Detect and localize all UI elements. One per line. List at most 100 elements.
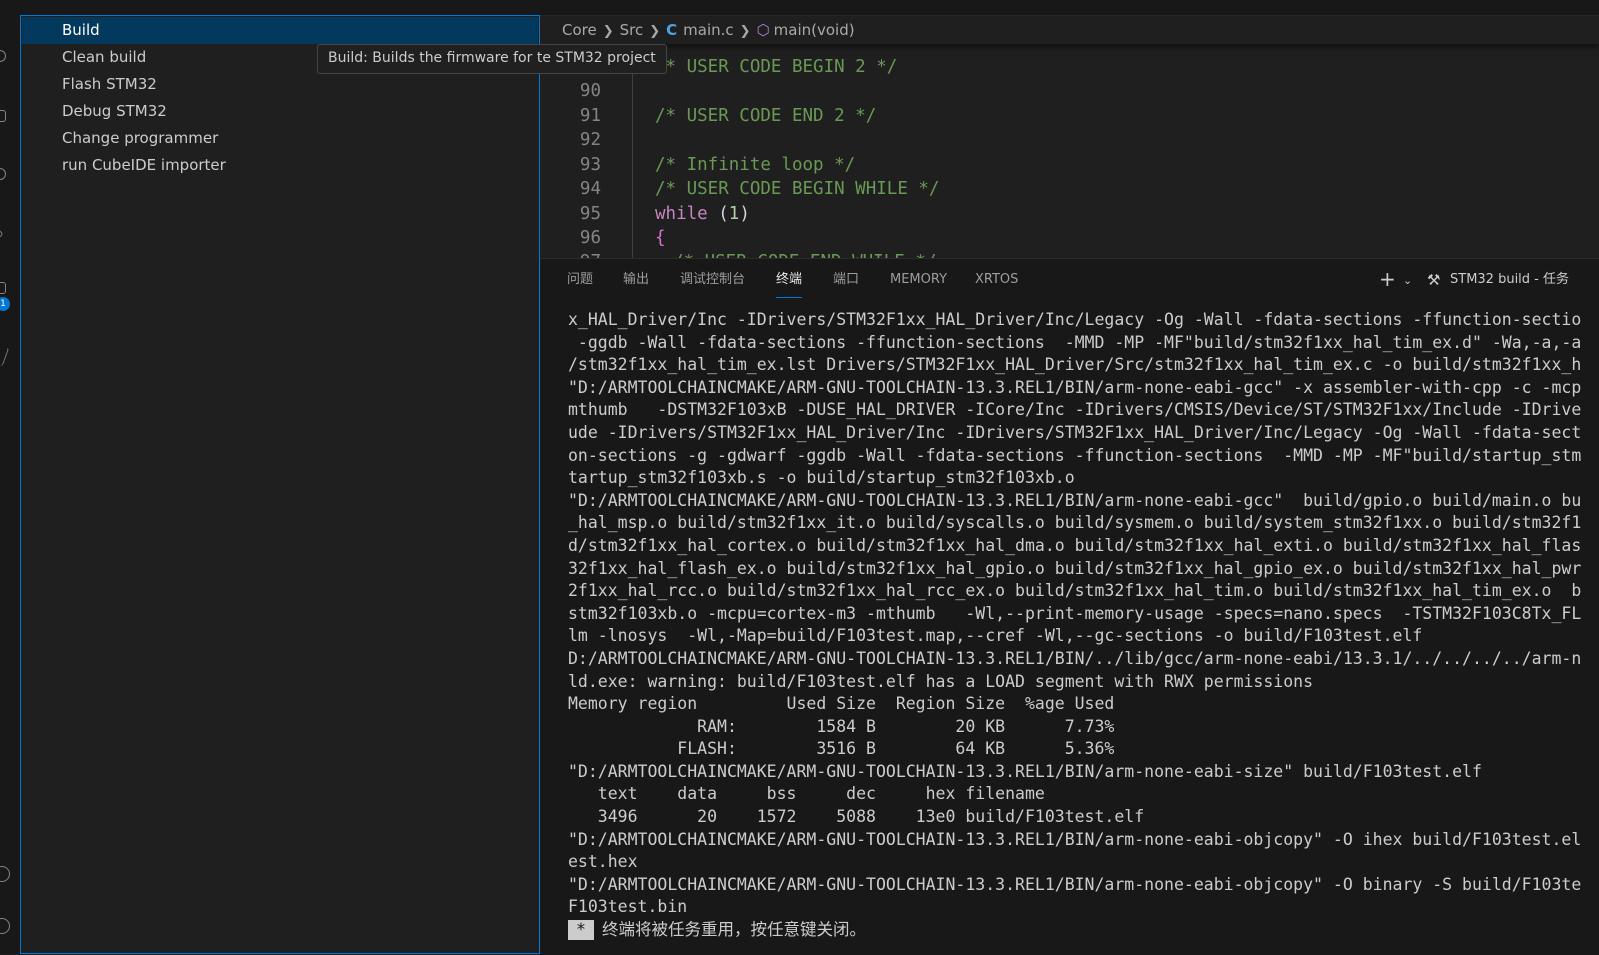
account-icon[interactable]	[0, 866, 10, 882]
line-number: 90	[579, 81, 601, 101]
terminal-line: "D:/ARMTOOLCHAINCMAKE/ARM-GNU-TOOLCHAIN-…	[568, 829, 1582, 849]
run-debug-icon[interactable]	[0, 168, 6, 180]
terminal-line: Memory region Used Size Region Size %age…	[568, 694, 1115, 714]
code-line: 90	[541, 79, 1599, 103]
terminal-line: tartup_stm32f103xb.s -o build/startup_st…	[568, 468, 1075, 488]
code-text: /* USER CODE END 2 */	[655, 106, 877, 126]
tools-icon: ⚒	[1427, 271, 1441, 289]
breadcrumb-core[interactable]: Core	[562, 21, 597, 39]
breadcrumb: Core ❯ Src ❯ Cmain.c ❯ ⬡ main(void)	[541, 16, 1599, 44]
number-token: 1	[728, 204, 740, 224]
code-line: 91 /* USER CODE END 2 */	[541, 104, 1599, 128]
tab-xrtos[interactable]: XRTOS	[975, 271, 1018, 297]
task-item-cubeide-importer[interactable]: run CubeIDE importer	[22, 152, 538, 179]
notification-badge: 1	[0, 297, 10, 311]
terminal-output[interactable]: x_HAL_Driver/Inc -IDrivers/STM32F1xx_HAL…	[568, 309, 1599, 955]
extensions-icon[interactable]	[0, 228, 4, 240]
terminal-marker: *	[568, 920, 594, 941]
terminal-line: 3496 20 1572 5088 13e0 build/F103test.el…	[568, 807, 1145, 827]
task-item-flash[interactable]: Flash STM32	[22, 71, 538, 98]
code-text: /* USER CODE END WHILE */	[673, 250, 936, 258]
terminal-line: mthumb -DSTM32F103xB -DUSE_HAL_DRIVER -I…	[568, 400, 1582, 420]
line-number: 94	[579, 179, 601, 199]
terminal-line: /stm32f1xx_hal_tim_ex.lst Drivers/STM32F…	[568, 355, 1582, 375]
remote-icon[interactable]	[0, 348, 10, 366]
terminal-line: est.hex	[568, 852, 638, 872]
line-number: 91	[579, 106, 601, 126]
terminal-line: x_HAL_Driver/Inc -IDrivers/STM32F1xx_HAL…	[568, 310, 1582, 329]
terminal-line: text data bss dec hex filename	[568, 784, 1045, 804]
code-line: 97 /* USER CODE END WHILE */	[541, 250, 1599, 258]
punctuation-token: )	[739, 204, 750, 224]
line-number: 96	[579, 228, 601, 248]
code-line: 93 /* Infinite loop */	[541, 153, 1599, 177]
terminal-line: _hal_msp.o build/stm32f1xx_it.o build/sy…	[568, 513, 1582, 533]
terminal-line: RAM: 1584 B 20 KB 7.73%	[568, 716, 1115, 736]
search-icon[interactable]	[0, 50, 6, 62]
chevron-right-icon: ❯	[739, 24, 751, 39]
tab-terminal[interactable]: 终端	[776, 271, 803, 298]
chevron-right-icon: ❯	[649, 24, 661, 39]
terminal-line: "D:/ARMTOOLCHAINCMAKE/ARM-GNU-TOOLCHAIN-…	[568, 761, 1482, 781]
cube-icon: ⬡	[756, 21, 770, 39]
terminal-line: "D:/ARMTOOLCHAINCMAKE/ARM-GNU-TOOLCHAIN-…	[568, 874, 1582, 894]
bottom-panel: 问题 输出 调试控制台 终端 端口 MEMORY XRTOS + ⌄ ⚒ STM…	[541, 258, 1599, 955]
punctuation-token: (	[707, 204, 729, 224]
terminal-line: on-sections -g -gdwarf -ggdb -Wall -fdat…	[568, 445, 1582, 465]
terminal-line: D:/ARMTOOLCHAINCMAKE/ARM-GNU-TOOLCHAIN-1…	[568, 648, 1582, 668]
active-terminal-name[interactable]: STM32 build - 任务	[1450, 269, 1569, 291]
code-area[interactable]: 89/* USER CODE BEGIN 2 */ 90 91 /* USER C…	[541, 44, 1599, 258]
activity-bar: 1	[0, 0, 20, 954]
tab-memory[interactable]: MEMORY	[890, 271, 947, 297]
code-text: {	[655, 228, 666, 248]
testing-icon[interactable]	[0, 282, 6, 294]
code-text: /* Infinite loop */	[655, 155, 856, 175]
line-number: 95	[579, 204, 601, 224]
terminal-line: lm -lnosys -Wl,-Map=build/F103test.map,-…	[568, 626, 1423, 646]
terminal-line: ude -IDrivers/STM32F1xx_HAL_Driver/Inc -…	[568, 422, 1582, 442]
tab-output[interactable]: 输出	[623, 271, 649, 297]
code-line: 95 while (1)	[541, 202, 1599, 226]
tab-problems[interactable]: 问题	[567, 271, 593, 297]
code-text: /* USER CODE BEGIN 2 */	[655, 57, 898, 77]
breadcrumb-src[interactable]: Src	[620, 21, 644, 39]
plus-icon[interactable]: +	[1379, 268, 1396, 290]
terminal-close-message: 终端将被任务重用，按任意键关闭。	[601, 920, 866, 940]
build-tooltip: Build: Builds the firmware for te STM32 …	[317, 44, 667, 74]
tab-debug-console[interactable]: 调试控制台	[680, 271, 745, 297]
code-line: 92	[541, 128, 1599, 152]
terminal-line: "D:/ARMTOOLCHAINCMAKE/ARM-GNU-TOOLCHAIN-…	[568, 377, 1582, 397]
keyword-token: while	[655, 204, 708, 224]
code-editor[interactable]: Core ❯ Src ❯ Cmain.c ❯ ⬡main(void) 89/* USER C…	[541, 0, 1599, 258]
breadcrumb-function[interactable]: main(void)	[774, 21, 855, 39]
source-control-icon[interactable]	[0, 110, 6, 122]
task-item-build[interactable]: Build	[22, 17, 538, 44]
terminal-line: 2f1xx_hal_rcc.o build/stm32f1xx_hal_rcc_…	[568, 581, 1582, 601]
line-number: 93	[579, 155, 601, 175]
terminal-line: ld.exe: warning: build/F103test.elf has …	[568, 671, 1314, 691]
panel-tabs: 问题 输出 调试控制台 终端 端口 MEMORY XRTOS + ⌄ ⚒ STM…	[541, 259, 1599, 301]
task-item-debug[interactable]: Debug STM32	[22, 98, 538, 125]
terminal-line: FLASH: 3516 B 64 KB 5.36%	[568, 739, 1115, 759]
terminal-line: F103test.bin	[568, 897, 688, 917]
terminal-close-prompt: * 终端将被任务重用，按任意键关闭。	[568, 919, 1599, 942]
code-line: 94 /* USER CODE BEGIN WHILE */	[541, 177, 1599, 201]
chevron-down-icon[interactable]: ⌄	[1403, 270, 1412, 292]
task-list: Build Clean build Flash STM32 Debug STM3…	[20, 15, 540, 954]
code-text: /* USER CODE BEGIN WHILE */	[655, 179, 940, 199]
breadcrumb-file[interactable]: main.c	[683, 21, 734, 39]
line-number: 97	[563, 250, 601, 258]
c-file-icon: C	[666, 21, 678, 39]
settings-gear-icon[interactable]	[0, 918, 10, 934]
terminal-line: stm32f103xb.o -mcpu=cortex-m3 -mthumb -W…	[568, 603, 1582, 623]
chevron-right-icon: ❯	[602, 24, 614, 39]
code-line: 96 {	[541, 226, 1599, 250]
terminal-line: -ggdb -Wall -fdata-sections -ffunction-s…	[568, 332, 1582, 352]
editor-tab-bar	[541, 0, 1599, 16]
task-item-change-programmer[interactable]: Change programmer	[22, 125, 538, 152]
code-text: while (1)	[655, 202, 750, 226]
terminal-line: 32f1xx_hal_flash_ex.o build/stm32f1xx_ha…	[568, 558, 1582, 578]
tab-ports[interactable]: 端口	[833, 271, 859, 297]
title-strip	[0, 0, 541, 15]
terminal-line: "D:/ARMTOOLCHAINCMAKE/ARM-GNU-TOOLCHAIN-…	[568, 490, 1582, 510]
